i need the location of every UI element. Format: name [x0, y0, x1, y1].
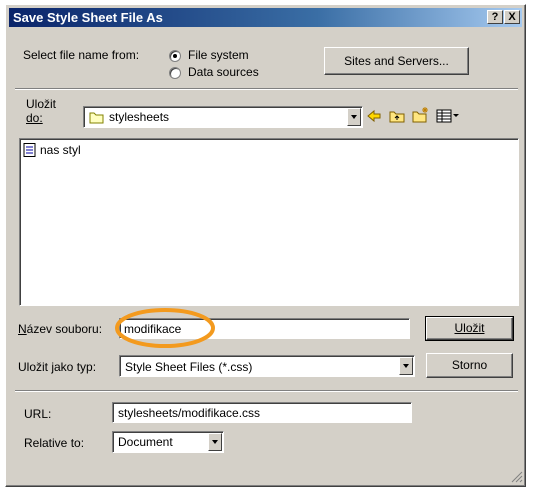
- url-label: URL:: [24, 407, 52, 421]
- url-field[interactable]: stylesheets/modifikace.css: [112, 402, 412, 423]
- filename-label-rest: ázev souboru:: [26, 322, 103, 336]
- radio-file-system[interactable]: [169, 50, 181, 62]
- filename-label: Název souboru:: [18, 322, 103, 336]
- file-list[interactable]: nas styl: [19, 138, 519, 306]
- resize-grip-icon[interactable]: [511, 471, 523, 483]
- save-button[interactable]: Uložit: [425, 316, 514, 341]
- relative-to-label: Relative to:: [24, 436, 85, 450]
- list-item[interactable]: nas styl: [23, 142, 143, 158]
- filetype-value: Style Sheet Files (*.css): [125, 360, 253, 374]
- new-folder-icon[interactable]: [412, 106, 430, 124]
- up-folder-icon[interactable]: [389, 108, 405, 124]
- css-file-icon: [23, 143, 36, 157]
- save-in-label: Uložit: [26, 97, 57, 111]
- sites-and-servers-button[interactable]: Sites and Servers...: [324, 47, 469, 75]
- back-arrow-icon[interactable]: [366, 108, 382, 124]
- title-bar[interactable]: Save Style Sheet File As ? X: [9, 8, 522, 27]
- file-name: nas styl: [40, 143, 81, 157]
- save-dialog: Save Style Sheet File As ? X Select file…: [5, 4, 526, 487]
- radio-data-sources[interactable]: [169, 67, 181, 79]
- relative-to-value: Document: [118, 435, 173, 449]
- save-in-dropdown-arrow[interactable]: [347, 108, 361, 126]
- separator-2: [15, 390, 518, 392]
- save-button-label: Uložit: [454, 321, 485, 335]
- highlight-circle: [115, 308, 215, 348]
- cancel-button[interactable]: Storno: [426, 353, 513, 378]
- radio-file-system-label[interactable]: File system: [188, 48, 249, 62]
- filetype-label: Uložit jako typ:: [18, 360, 97, 374]
- close-button[interactable]: X: [504, 10, 520, 24]
- radio-data-sources-label[interactable]: Data sources: [188, 65, 259, 79]
- view-menu-icon[interactable]: [436, 108, 460, 124]
- help-button[interactable]: ?: [487, 10, 503, 24]
- dialog-title: Save Style Sheet File As: [13, 10, 163, 25]
- relative-to-dropdown[interactable]: Document: [112, 431, 224, 453]
- save-in-value: stylesheets: [109, 110, 170, 124]
- separator: [15, 88, 518, 90]
- filetype-dropdown[interactable]: Style Sheet Files (*.css): [119, 355, 415, 377]
- filetype-dropdown-arrow[interactable]: [399, 357, 413, 375]
- save-in-dropdown[interactable]: stylesheets: [83, 106, 363, 128]
- save-in-label-2: do:: [26, 111, 43, 125]
- folder-icon: [89, 112, 104, 124]
- relative-to-dropdown-arrow[interactable]: [208, 433, 222, 451]
- select-from-label: Select file name from:: [23, 48, 140, 62]
- url-value: stylesheets/modifikace.css: [118, 406, 261, 420]
